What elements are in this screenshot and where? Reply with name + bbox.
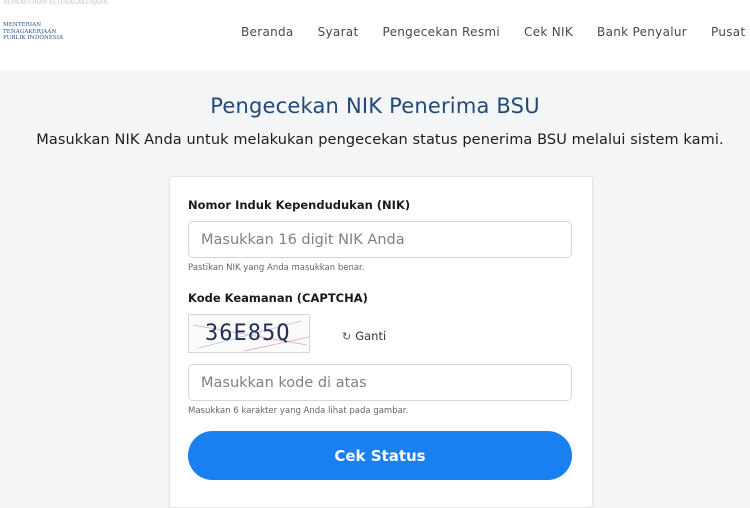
nik-hint: Pastikan NIK yang Anda masukkan benar. bbox=[188, 263, 365, 273]
refresh-captcha-button[interactable]: ↻ Ganti bbox=[342, 329, 386, 343]
refresh-label: Ganti bbox=[355, 329, 387, 343]
refresh-icon: ↻ bbox=[342, 329, 352, 343]
nik-input[interactable] bbox=[188, 221, 572, 258]
page-title: Pengecekan NIK Penerima BSU bbox=[210, 94, 540, 118]
page-subtitle: Masukkan NIK Anda untuk melakukan pengec… bbox=[36, 132, 724, 148]
main-nav: Beranda Syarat Pengecekan Resmi Cek NIK … bbox=[241, 25, 750, 39]
faint-header-text: KEMENTERIAN KETENAGAKERJAAN bbox=[4, 0, 108, 6]
captcha-code: 36E85Q bbox=[205, 321, 291, 346]
nik-check-form: Nomor Induk Kependudukan (NIK) Pastikan … bbox=[169, 176, 593, 508]
nav-beranda[interactable]: Beranda bbox=[241, 25, 294, 39]
nav-syarat[interactable]: Syarat bbox=[318, 25, 359, 39]
captcha-label: Kode Keamanan (CAPTCHA) bbox=[188, 291, 368, 305]
captcha-input[interactable] bbox=[188, 364, 572, 401]
captcha-hint: Masukkan 6 karakter yang Anda lihat pada… bbox=[188, 406, 409, 416]
captcha-image: 36E85Q bbox=[188, 314, 310, 353]
nav-pengecekan-resmi[interactable]: Pengecekan Resmi bbox=[382, 25, 500, 39]
logo[interactable]: MENTERIAN TENAGAKERJAAN PUBLIK INDONESIA bbox=[3, 22, 73, 42]
nav-cek-nik[interactable]: Cek NIK bbox=[524, 25, 573, 39]
logo-line: PUBLIK INDONESIA bbox=[3, 35, 64, 41]
nav-pusat[interactable]: Pusat bbox=[711, 25, 745, 39]
cek-status-button[interactable]: Cek Status bbox=[188, 431, 572, 480]
top-navbar: KEMENTERIAN KETENAGAKERJAAN MENTERIAN TE… bbox=[0, 0, 750, 70]
nik-label: Nomor Induk Kependudukan (NIK) bbox=[188, 198, 411, 212]
nav-bank-penyalur[interactable]: Bank Penyalur bbox=[597, 25, 687, 39]
